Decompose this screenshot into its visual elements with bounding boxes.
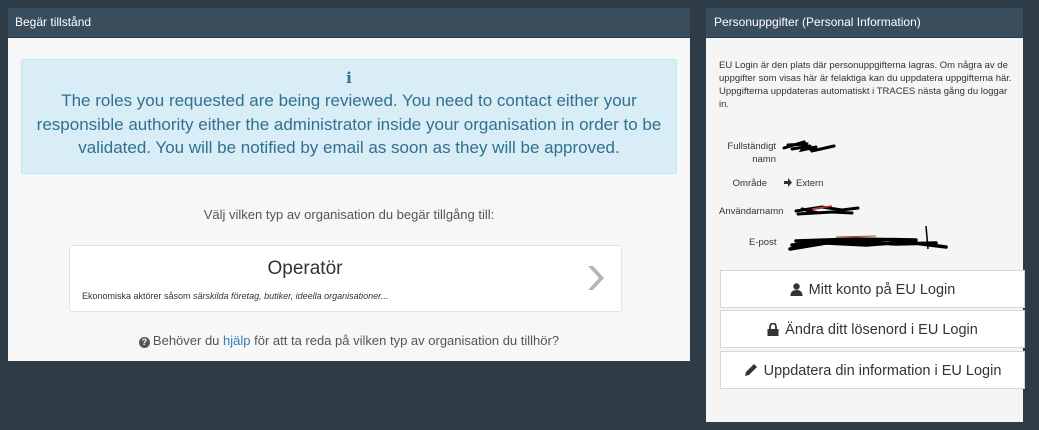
org-type-title: Operatör: [267, 258, 343, 279]
pencil-icon: [744, 364, 757, 376]
org-type-prompt: Välj vilken typ av organisation du begär…: [203, 207, 495, 222]
help-text: ? Behöver du hjälp för att ta reda på vil…: [8, 333, 690, 348]
lock-icon: [767, 323, 779, 336]
area-label: Område: [732, 178, 767, 189]
request-permission-panel: Begär tillstånd i The roles you requeste…: [8, 8, 690, 361]
chevron-right-icon: [588, 266, 604, 290]
panel-title: Begär tillstånd: [8, 8, 690, 38]
user-icon: [790, 283, 803, 296]
panel-title: Personuppgifter (Personal Information): [706, 8, 1023, 38]
area-value: Extern: [783, 178, 823, 189]
username-label: Användarnamn: [719, 206, 784, 217]
org-type-description: Ekonomiska aktörer såsom särskilda föret…: [82, 291, 389, 301]
email-redacted: [788, 225, 948, 251]
fullname-redacted: [782, 140, 836, 153]
sign-in-icon: [784, 178, 792, 187]
question-circle-icon: ?: [138, 337, 150, 348]
fullname-label: Fullständigt namn: [727, 141, 776, 165]
email-label: E-post: [749, 237, 777, 248]
help-link[interactable]: hjälp: [223, 333, 250, 348]
update-info-button[interactable]: Uppdatera din information i EU Login: [720, 351, 1025, 389]
my-account-button[interactable]: Mitt konto på EU Login: [720, 270, 1025, 308]
personal-info-panel: Personuppgifter (Personal Information) E…: [706, 8, 1025, 422]
alert-message: The roles you requested are being review…: [36, 91, 662, 157]
personal-info-intro: EU Login är den plats där personuppgifte…: [719, 60, 1012, 110]
info-icon: i: [346, 69, 352, 87]
change-password-button[interactable]: Ändra ditt lösenord i EU Login: [720, 310, 1025, 348]
org-type-operator-card[interactable]: Operatör Ekonomiska aktörer såsom särski…: [69, 245, 622, 312]
username-redacted: [794, 205, 860, 216]
review-alert: i The roles you requested are being revi…: [21, 59, 677, 174]
